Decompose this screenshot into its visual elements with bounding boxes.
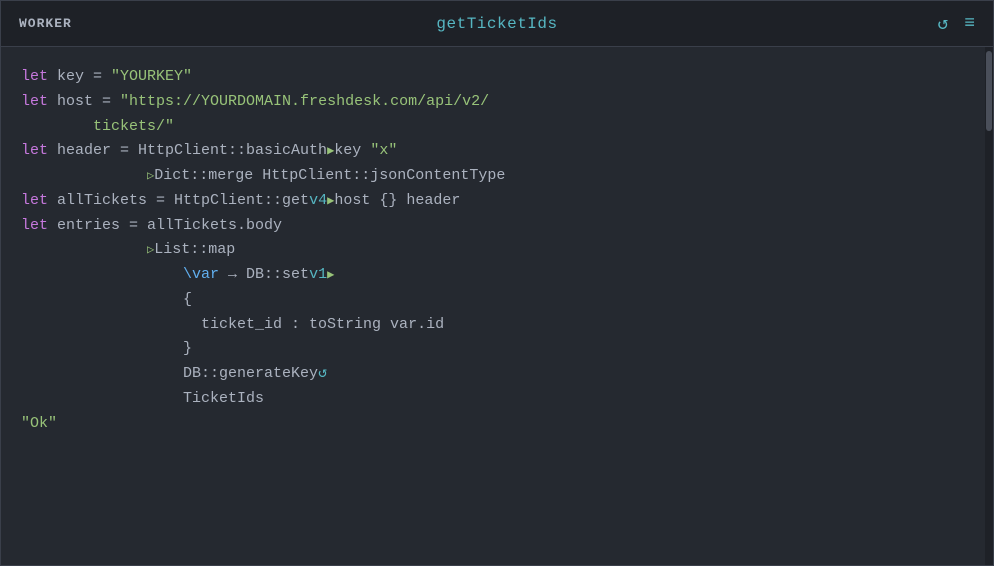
keyword: let <box>21 217 48 234</box>
rotate-icon: ↺ <box>318 362 327 387</box>
header-bar: WORKER getTicketIds ↺ ≡ <box>1 1 993 47</box>
code-line: ▷List::map <box>21 238 973 263</box>
string-value: "https://YOURDOMAIN.freshdesk.com/api/v2… <box>120 93 489 110</box>
code-line: tickets/" <box>21 115 973 140</box>
version-badge: v1 <box>309 266 327 283</box>
code-text: Dict::merge HttpClient::jsonContentType <box>154 167 505 184</box>
code-text <box>21 266 183 283</box>
string-value: tickets/" <box>93 118 174 135</box>
header-actions: ↺ ≡ <box>937 13 975 35</box>
code-text: host = <box>48 93 120 110</box>
keyword: let <box>21 93 48 110</box>
code-text: → DB::set <box>219 266 309 283</box>
scrollbar-thumb[interactable] <box>986 51 992 131</box>
code-text: entries = allTickets.body <box>48 217 282 234</box>
code-text: allTickets = HttpClient::get <box>48 192 309 209</box>
scrollbar-track[interactable] <box>985 47 993 565</box>
keyword: let <box>21 142 48 159</box>
string-value: "YOURKEY" <box>111 68 192 85</box>
app-window: WORKER getTicketIds ↺ ≡ let key = "YOURK… <box>0 0 994 566</box>
code-line: "Ok" <box>21 412 973 437</box>
lambda-var: \var <box>183 266 219 283</box>
code-line: TicketIds <box>21 387 973 412</box>
code-text: { <box>21 291 192 308</box>
code-line: { <box>21 288 973 313</box>
code-line: DB::generateKey↺ <box>21 362 973 387</box>
string-value: "x" <box>370 142 397 159</box>
code-line: let allTickets = HttpClient::getv4▶host … <box>21 189 973 214</box>
version-badge: v4 <box>309 192 327 209</box>
play-icon[interactable]: ▶ <box>327 268 334 282</box>
code-text: host {} header <box>334 192 460 209</box>
function-title: getTicketIds <box>436 15 557 33</box>
code-line: let header = HttpClient::basicAuth▶key "… <box>21 139 973 164</box>
menu-icon[interactable]: ≡ <box>964 14 975 34</box>
code-line: let key = "YOURKEY" <box>21 65 973 90</box>
code-text: header = HttpClient::basicAuth <box>48 142 327 159</box>
refresh-icon[interactable]: ↺ <box>937 13 948 35</box>
code-text: DB::generateKey <box>21 365 318 382</box>
keyword: let <box>21 68 48 85</box>
code-line: let host = "https://YOURDOMAIN.freshdesk… <box>21 90 973 115</box>
code-line: ticket_id : toString var.id <box>21 313 973 338</box>
code-text: ticket_id : toString var.id <box>21 316 444 333</box>
code-text: key <box>334 142 370 159</box>
code-text <box>21 241 147 258</box>
code-text <box>21 118 93 135</box>
code-text <box>21 167 147 184</box>
code-text: TicketIds <box>21 390 264 407</box>
code-text: key = <box>48 68 111 85</box>
code-text: List::map <box>154 241 235 258</box>
keyword: let <box>21 192 48 209</box>
code-text: } <box>21 340 192 357</box>
code-editor: let key = "YOURKEY" let host = "https://… <box>1 47 993 565</box>
string-value: "Ok" <box>21 415 57 432</box>
worker-label: WORKER <box>19 16 72 31</box>
code-line: let entries = allTickets.body <box>21 214 973 239</box>
code-line: } <box>21 337 973 362</box>
code-line: \var → DB::setv1▶ <box>21 263 973 288</box>
code-line: ▷Dict::merge HttpClient::jsonContentType <box>21 164 973 189</box>
